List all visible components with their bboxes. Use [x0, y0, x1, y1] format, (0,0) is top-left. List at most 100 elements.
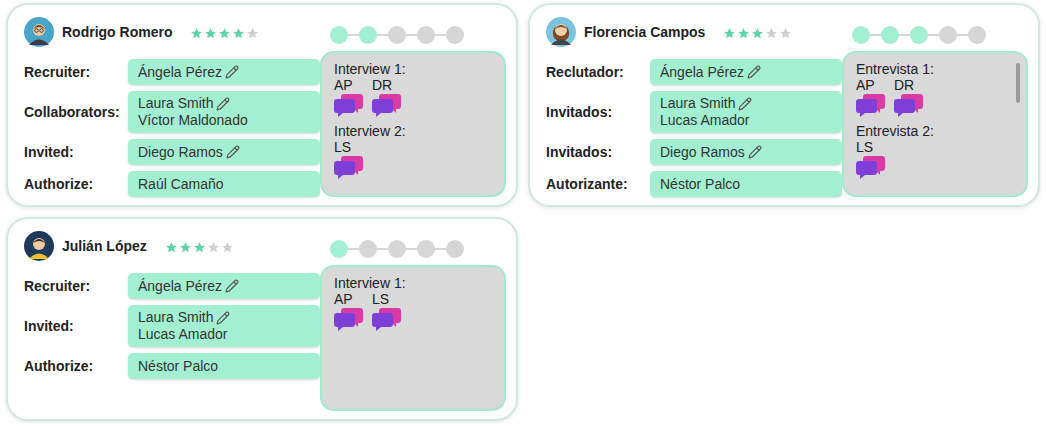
participant[interactable]: DR [894, 78, 926, 117]
participant[interactable]: AP [334, 78, 366, 117]
role-fields: Recruiter:Ángela PérezCollaborators:Laur… [24, 59, 312, 197]
chat-icon [372, 93, 402, 117]
field-label: Reclutador: [546, 64, 650, 80]
candidate-card: Rodrigo RomeroRecruiter:Ángela PérezColl… [6, 3, 518, 207]
star-rating[interactable] [190, 27, 259, 40]
candidate-card: Florencia Campos Reclutador: Ángela Pérez I… [528, 3, 1040, 207]
field-value[interactable]: Laura SmithLucas Amador [650, 91, 842, 133]
star-icon [165, 241, 178, 254]
step-dot [968, 26, 986, 44]
progress-steps [320, 15, 506, 47]
interview: Interview 1:APLS [334, 275, 492, 331]
pencil-icon[interactable] [738, 97, 752, 111]
star-icon [723, 27, 736, 40]
star-rating[interactable] [165, 241, 234, 254]
person-name: Ángela Pérez [138, 64, 310, 81]
candidate-name: Florencia Campos [584, 24, 705, 40]
pencil-icon[interactable] [747, 65, 761, 79]
field-value[interactable]: Laura SmithVíctor Maldonado [128, 91, 320, 133]
person-name: Raúl Camaño [138, 176, 310, 193]
interviews-panel: Interview 1:APLS [320, 265, 506, 411]
step-connector [870, 34, 881, 36]
field-value[interactable]: Ángela Pérez [650, 59, 842, 85]
field-label: Autorizante: [546, 176, 650, 192]
person-name: Ángela Pérez [660, 64, 832, 81]
interview-title: Interview 2: [334, 123, 492, 139]
chat-icon [334, 93, 364, 117]
field-value[interactable]: Raúl Camaño [128, 171, 320, 197]
role-fields: Recruiter:Ángela PérezInvited:Laura Smit… [24, 273, 312, 379]
field-value[interactable]: Ángela Pérez [128, 59, 320, 85]
star-icon [737, 27, 750, 40]
avatar-icon [24, 17, 54, 47]
candidates-board: Rodrigo RomeroRecruiter:Ángela PérezColl… [0, 0, 1046, 424]
field-value[interactable]: Néstor Palco [650, 171, 842, 197]
person-name: Diego Ramos [660, 144, 832, 161]
field-value[interactable]: Diego Ramos [128, 139, 320, 165]
star-icon [765, 27, 778, 40]
avatar-icon [546, 17, 576, 47]
interviews-panel: Entrevista 1:APDREntrevista 2:LS [842, 51, 1028, 197]
candidate-card: Julián LópezRecruiter:Ángela PérezInvite… [6, 217, 518, 421]
field-label: Recruiter: [24, 64, 128, 80]
field-value[interactable]: Ángela Pérez [128, 273, 320, 299]
field-label: Invited: [24, 144, 128, 160]
star-icon [207, 241, 220, 254]
interview: Interview 1:APDR [334, 61, 492, 117]
star-icon [779, 27, 792, 40]
star-rating[interactable] [723, 27, 792, 40]
participant[interactable]: AP [856, 78, 888, 117]
card-side: Interview 1:APLS [320, 229, 506, 411]
star-icon [751, 27, 764, 40]
star-icon [246, 27, 259, 40]
field-value[interactable]: Néstor Palco [128, 353, 320, 379]
field-label: Invitados: [546, 144, 650, 160]
step-dot [359, 26, 377, 44]
step-connector [928, 34, 939, 36]
step-dot [881, 26, 899, 44]
step-connector [435, 248, 446, 250]
step-dot [388, 26, 406, 44]
step-dot [446, 240, 464, 258]
step-connector [435, 34, 446, 36]
participant[interactable]: LS [372, 292, 404, 331]
pencil-icon[interactable] [225, 279, 239, 293]
field-label: Invitados: [546, 104, 650, 120]
chat-icon [856, 155, 886, 179]
participant[interactable]: LS [856, 140, 888, 179]
participant[interactable]: LS [334, 140, 366, 179]
field-label: Collaborators: [24, 104, 128, 120]
step-connector [348, 34, 359, 36]
interview: Entrevista 2:LS [856, 123, 1014, 179]
card-details: Rodrigo RomeroRecruiter:Ángela PérezColl… [24, 15, 312, 197]
interview-title: Entrevista 2: [856, 123, 1014, 139]
participant[interactable]: DR [372, 78, 404, 117]
interview-participants: LS [856, 140, 1014, 179]
person-name: Víctor Maldonado [138, 112, 310, 129]
interview-participants: APDR [334, 78, 492, 117]
interview-participants: APDR [856, 78, 1014, 117]
star-icon [221, 241, 234, 254]
field-value[interactable]: Laura SmithLucas Amador [128, 305, 320, 347]
pencil-icon[interactable] [226, 145, 240, 159]
step-dot [910, 26, 928, 44]
pencil-icon[interactable] [216, 97, 230, 111]
person-name: Néstor Palco [138, 358, 310, 375]
pencil-icon[interactable] [225, 65, 239, 79]
star-icon [193, 241, 206, 254]
participant[interactable]: AP [334, 292, 366, 331]
pencil-icon[interactable] [216, 311, 230, 325]
person-name: Laura Smith [660, 95, 832, 112]
card-details: Florencia Campos Reclutador: Ángela Pérez I… [546, 15, 834, 197]
step-connector [377, 34, 388, 36]
step-connector [957, 34, 968, 36]
step-dot [446, 26, 464, 44]
pencil-icon[interactable] [748, 145, 762, 159]
scrollbar[interactable] [1016, 63, 1020, 103]
step-connector [406, 248, 417, 250]
star-icon [204, 27, 217, 40]
field-value[interactable]: Diego Ramos [650, 139, 842, 165]
chat-icon [334, 155, 364, 179]
interview-participants: APLS [334, 292, 492, 331]
step-connector [377, 248, 388, 250]
